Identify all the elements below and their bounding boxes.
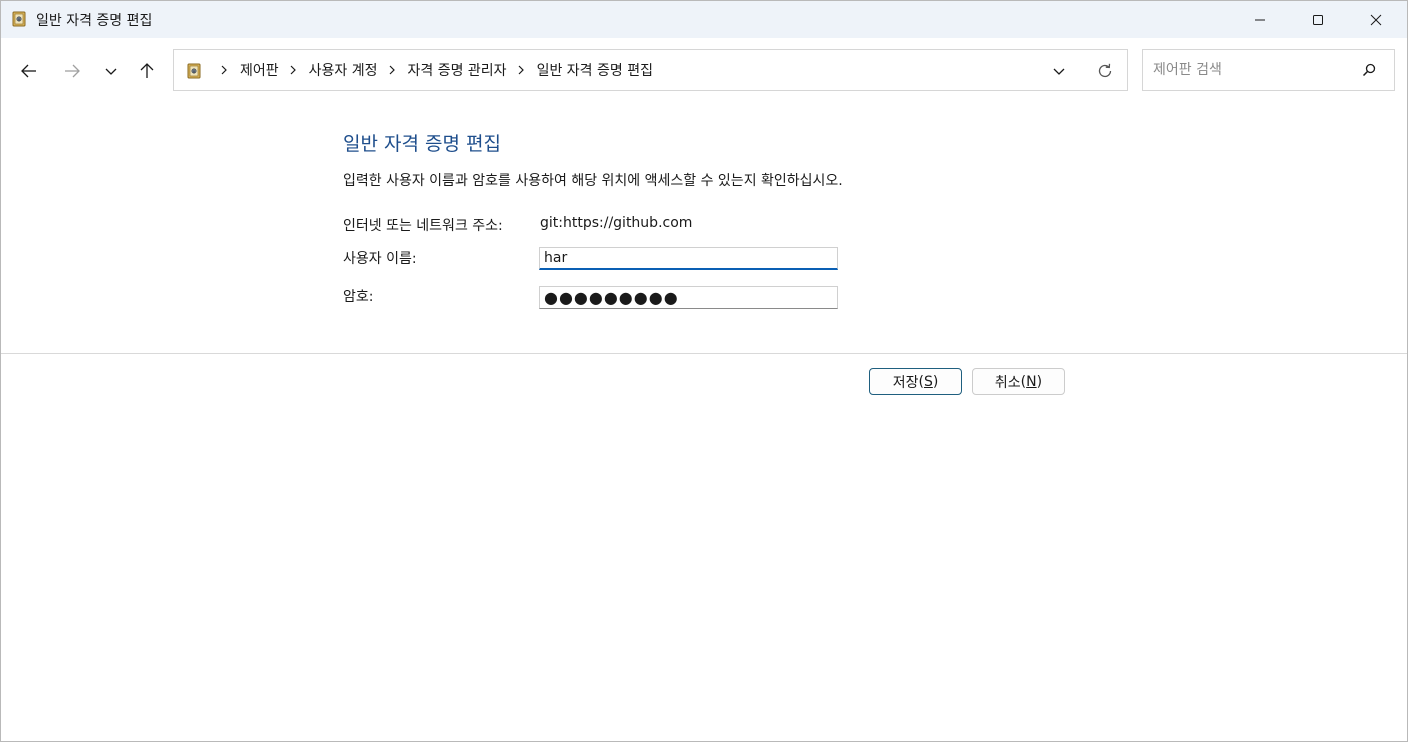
back-button[interactable] [17, 59, 41, 83]
search-icon[interactable] [1360, 61, 1378, 79]
arrow-up-icon [140, 63, 154, 78]
username-field[interactable] [539, 247, 838, 270]
save-button-mnemonic: S [923, 373, 933, 390]
window-title: 일반 자격 증명 편집 [36, 13, 153, 29]
save-button-label: 저장 [892, 374, 919, 391]
forward-button[interactable] [60, 59, 84, 83]
chevron-down-icon [1053, 68, 1065, 75]
close-icon [1370, 14, 1382, 25]
up-button[interactable] [135, 59, 159, 83]
close-button[interactable] [1347, 1, 1405, 38]
credential-vault-icon [187, 63, 201, 79]
password-field[interactable] [539, 286, 838, 309]
chevron-right-icon[interactable] [216, 65, 232, 75]
password-label: 암호: [343, 289, 374, 305]
arrow-left-icon [21, 64, 36, 78]
title-bar: 일반 자격 증명 편집 [1, 1, 1407, 38]
refresh-icon [1098, 63, 1112, 78]
divider [1, 353, 1407, 354]
breadcrumb-user-accounts[interactable]: 사용자 계정 [307, 60, 380, 80]
maximize-icon [1313, 14, 1323, 25]
cancel-button-mnemonic: N [1026, 373, 1037, 390]
maximize-button[interactable] [1289, 1, 1347, 38]
chevron-down-icon [105, 68, 117, 75]
breadcrumb: 제어판 사용자 계정 자격 증명 관리자 일반 자격 증명 편집 [212, 50, 655, 90]
address-value: git:https://github.com [540, 215, 693, 231]
cancel-button[interactable]: 취소(N) [972, 368, 1065, 395]
navigation-bar: 제어판 사용자 계정 자격 증명 관리자 일반 자격 증명 편집 [1, 38, 1407, 104]
minimize-icon [1255, 19, 1265, 20]
search-input[interactable] [1153, 59, 1353, 81]
refresh-button[interactable] [1094, 60, 1116, 82]
username-label: 사용자 이름: [343, 251, 417, 267]
address-bar[interactable]: 제어판 사용자 계정 자격 증명 관리자 일반 자격 증명 편집 [173, 49, 1128, 91]
save-button[interactable]: 저장(S) [869, 368, 962, 395]
credential-vault-icon [12, 11, 26, 27]
cancel-button-label: 취소 [994, 374, 1021, 391]
credential-edit-window: 일반 자격 증명 편집 제어판 사용자 계정 자격 증명 관리자 일반 자격 증… [0, 0, 1408, 742]
chevron-right-icon[interactable] [384, 65, 400, 75]
chevron-right-icon[interactable] [513, 65, 529, 75]
breadcrumb-control-panel[interactable]: 제어판 [238, 60, 281, 80]
address-label: 인터넷 또는 네트워크 주소: [343, 218, 503, 234]
minimize-button[interactable] [1231, 1, 1289, 38]
search-box[interactable] [1142, 49, 1395, 91]
instruction-text: 입력한 사용자 이름과 암호를 사용하여 해당 위치에 액세스할 수 있는지 확… [343, 173, 843, 189]
recent-locations-button[interactable] [99, 59, 123, 83]
breadcrumb-credential-manager[interactable]: 자격 증명 관리자 [406, 60, 509, 80]
chevron-right-icon[interactable] [285, 65, 301, 75]
page-title: 일반 자격 증명 편집 [343, 133, 501, 155]
address-history-dropdown[interactable] [1048, 60, 1070, 82]
arrow-right-icon [65, 64, 80, 78]
breadcrumb-edit-generic-credential[interactable]: 일반 자격 증명 편집 [535, 60, 655, 80]
